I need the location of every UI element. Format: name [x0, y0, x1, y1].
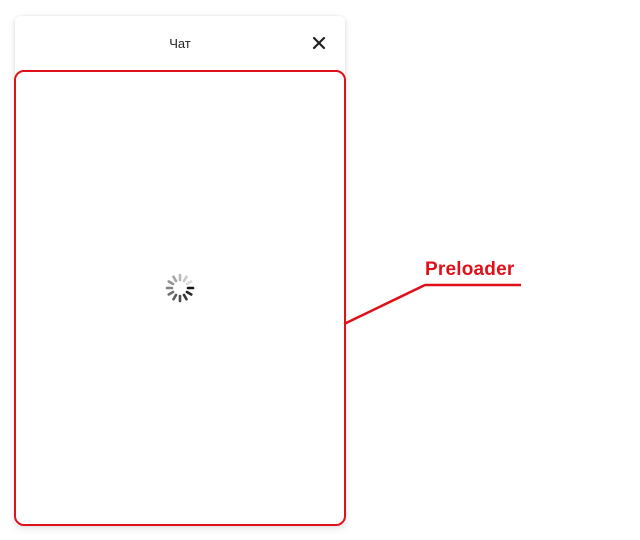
spinner-segment: [185, 290, 193, 296]
spinner-segment: [185, 280, 193, 286]
spinner-segment: [182, 293, 188, 301]
spinner-segment: [182, 275, 188, 283]
spinner-segment: [167, 280, 175, 286]
chat-title: Чат: [169, 36, 191, 51]
spinner-segment: [167, 290, 175, 296]
chat-header: Чат: [15, 16, 345, 70]
close-icon: [312, 36, 326, 50]
screenshot-stage: Чат Preloader: [0, 0, 640, 540]
preloader-callout-label: Preloader: [425, 259, 515, 280]
chat-body: [15, 70, 345, 526]
spinner-icon: [165, 273, 195, 303]
spinner-segment: [172, 293, 178, 301]
close-button[interactable]: [311, 35, 327, 51]
spinner-segment: [172, 275, 178, 283]
chat-panel: Чат: [15, 16, 345, 526]
